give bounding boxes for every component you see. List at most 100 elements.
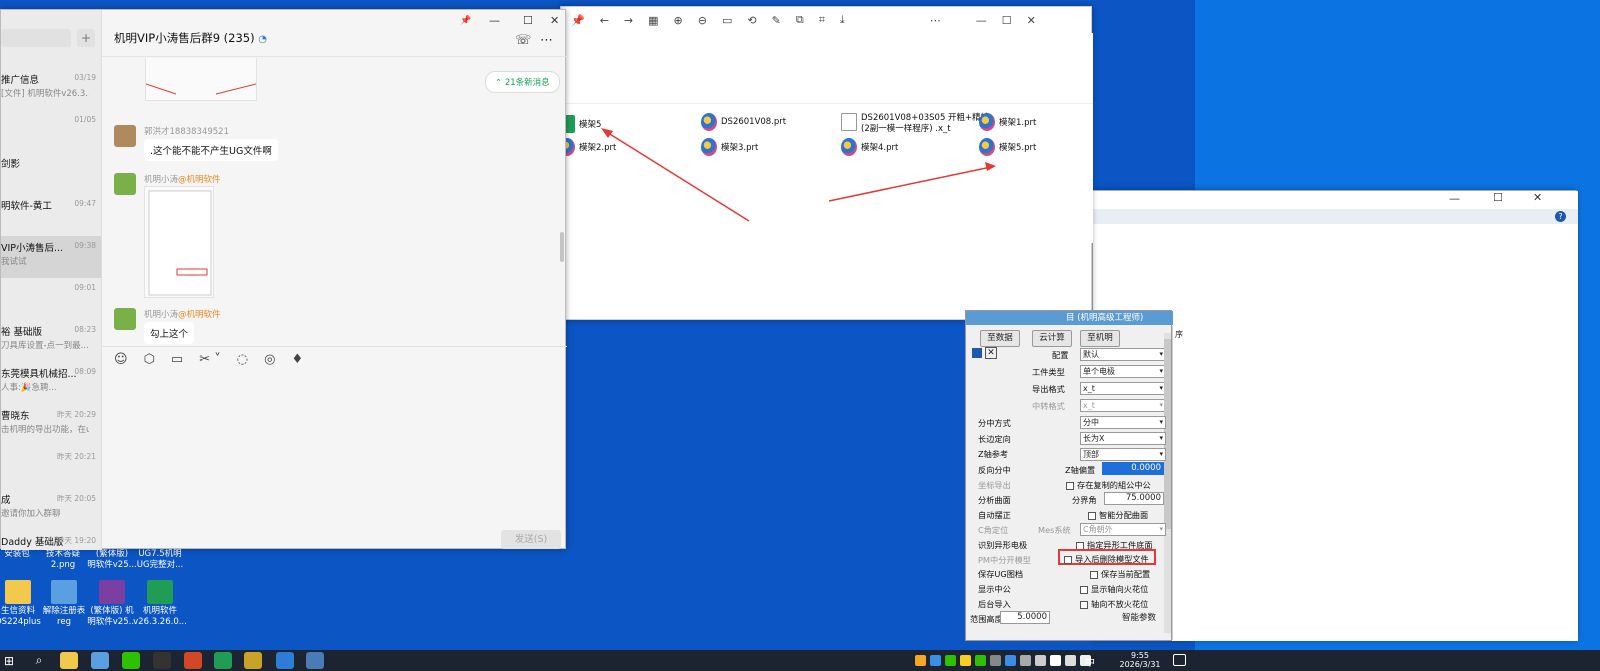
smart-assign-option[interactable]: 智能分配曲面 xyxy=(1088,509,1148,521)
chat-scrollbar[interactable] xyxy=(560,232,564,262)
save-icon[interactable] xyxy=(972,348,982,358)
ime-indicator[interactable]: 中 xyxy=(1085,654,1095,669)
contact-item[interactable]: 东莞模具机械招... 08:09 人事:🎉急聘... xyxy=(1,362,101,404)
more-icon[interactable]: ⋯ xyxy=(540,33,553,48)
forward-icon[interactable]: → xyxy=(624,14,633,27)
image-message[interactable] xyxy=(144,186,214,298)
save-icon[interactable]: ⤓ xyxy=(840,13,845,27)
chat-bubble-icon[interactable]: ◌ xyxy=(237,352,248,367)
image-viewer-icon[interactable] xyxy=(306,652,324,669)
tray-icon[interactable] xyxy=(1065,655,1076,666)
cloud-compute-button[interactable]: 云计算 xyxy=(1032,330,1072,347)
excel-icon[interactable] xyxy=(214,652,232,669)
show-spark-checkbox[interactable] xyxy=(1080,585,1088,594)
search-icon[interactable]: ⌕ xyxy=(30,652,48,669)
add-button[interactable]: + xyxy=(77,29,95,47)
contact-item[interactable]: 09:01 xyxy=(1,278,101,320)
maximize-icon[interactable]: ☐ xyxy=(523,14,533,27)
avatar[interactable] xyxy=(114,308,136,330)
close-icon[interactable]: ✕ xyxy=(1027,14,1036,27)
tray-icon[interactable] xyxy=(930,655,941,666)
close-icon[interactable]: ✕ xyxy=(1533,191,1542,204)
file-explorer-icon[interactable] xyxy=(60,652,78,669)
file-item[interactable]: 模架4.prt xyxy=(841,138,898,156)
tray-icon[interactable] xyxy=(945,655,956,666)
zoom-out-icon[interactable]: ⊖ xyxy=(698,14,707,27)
help-icon[interactable]: ? xyxy=(1555,211,1566,222)
edit-icon[interactable]: ✎ xyxy=(772,14,781,27)
send-button[interactable]: 发送(S) xyxy=(501,530,561,549)
config-select[interactable]: 默认 xyxy=(1080,348,1166,361)
mes-select[interactable]: C角朝外 xyxy=(1080,523,1166,536)
file-item[interactable]: 模架3.prt xyxy=(701,138,758,156)
tray-icon[interactable] xyxy=(960,655,971,666)
browser-icon[interactable] xyxy=(276,652,294,669)
tray-icon[interactable] xyxy=(1020,655,1031,666)
message-bubble[interactable]: .这个能不能不产生UG文件啊 xyxy=(144,139,278,161)
pin-icon[interactable]: 📌 xyxy=(460,16,471,26)
transfer-format-select[interactable]: x_t xyxy=(1080,399,1166,412)
contact-item[interactable]: 推广信息 03/19 [文件] 机明软件v26.3... xyxy=(1,68,101,110)
folder-icon[interactable]: ▭ xyxy=(171,352,183,367)
to-jiming-button[interactable]: 至机明 xyxy=(1080,330,1120,347)
pin-icon[interactable]: 📌 xyxy=(571,14,585,27)
file-item[interactable]: 模架2.prt xyxy=(559,138,616,156)
message-bubble[interactable]: 勾上这个 xyxy=(144,322,195,344)
message-input[interactable] xyxy=(102,375,567,525)
rotate-icon[interactable]: ⟲ xyxy=(747,14,756,27)
back-icon[interactable]: ← xyxy=(600,14,609,27)
keep-copy-checkbox[interactable] xyxy=(1066,481,1074,490)
contact-item[interactable]: 01/05 xyxy=(1,110,101,152)
tray-icon[interactable] xyxy=(975,655,986,666)
split-select[interactable]: 分中 xyxy=(1080,416,1166,429)
contact-item[interactable]: 剑影 xyxy=(1,152,101,194)
save-config-option[interactable]: 保存当前配置 xyxy=(1090,568,1150,580)
copy-icon[interactable]: ⧉ xyxy=(796,13,804,27)
windows-start-icon[interactable]: ⊞ xyxy=(0,652,18,669)
contact-item[interactable]: 成 昨天 20:05 邀请你加入群聊 xyxy=(1,488,101,530)
file-item[interactable]: 模架5.prt xyxy=(979,138,1036,156)
delete-model-checkbox[interactable] xyxy=(1064,555,1072,564)
tray-icon[interactable] xyxy=(915,655,926,666)
app-active-icon[interactable] xyxy=(244,652,262,669)
minimize-icon[interactable]: — xyxy=(489,14,500,27)
file-item[interactable]: DS2601V08.prt xyxy=(701,113,786,131)
new-messages-badge[interactable]: ⌃ 21条新消息 xyxy=(485,71,560,93)
app-icon[interactable] xyxy=(91,652,109,669)
workpiece-type-select[interactable]: 单个电极 xyxy=(1080,365,1166,378)
no-spark-option[interactable]: 轴向不放火花位 xyxy=(1080,598,1148,610)
smart-params-button[interactable]: 智能参数 xyxy=(1116,611,1162,628)
qq-icon[interactable] xyxy=(153,652,171,669)
microphone-icon[interactable]: ♦ xyxy=(291,352,303,367)
emoji-icon[interactable]: ☺ xyxy=(114,352,128,367)
minimize-icon[interactable]: — xyxy=(976,14,987,27)
close-icon[interactable]: ✕ xyxy=(550,14,559,27)
contact-item[interactable]: 明软件-黄工 09:47 xyxy=(1,194,101,236)
more-icon[interactable]: ⋯ xyxy=(930,14,941,27)
tray-icon[interactable] xyxy=(1050,655,1061,666)
image-message[interactable] xyxy=(145,58,257,101)
contact-item[interactable]: 曹晓东 昨天 20:29 击机明的导出功能，在u... xyxy=(1,404,101,446)
close-icon[interactable]: ✕ xyxy=(985,347,997,359)
height-input[interactable]: 5.0000 xyxy=(1000,611,1050,624)
contact-item[interactable]: 裕 基础版 08:23 刀具库设置-点一到最... xyxy=(1,320,101,362)
z-ref-select[interactable]: 顶部 xyxy=(1080,448,1166,461)
tray-icon[interactable] xyxy=(990,655,1001,666)
keep-copy-option[interactable]: 存在复制的組公中公 xyxy=(1066,479,1151,491)
avatar[interactable] xyxy=(114,173,136,195)
desktop-icon[interactable]: 机明软件 v26.3.26.0... xyxy=(130,580,190,628)
export-format-select[interactable]: x_t xyxy=(1080,382,1166,395)
maximize-icon[interactable]: ☐ xyxy=(1493,191,1503,204)
boundary-input[interactable]: 75.0000 xyxy=(1104,492,1164,505)
save-config-checkbox[interactable] xyxy=(1090,570,1098,579)
long-side-select[interactable]: 长为X xyxy=(1080,432,1166,445)
wechat-icon[interactable] xyxy=(122,652,140,669)
to-data-button[interactable]: 至数据 xyxy=(980,330,1020,347)
powerpoint-icon[interactable] xyxy=(184,652,202,669)
zoom-in-icon[interactable]: ⊕ xyxy=(674,14,683,27)
panel-scrollbar[interactable] xyxy=(1164,333,1171,633)
crop-icon[interactable]: ⌗ xyxy=(819,13,825,27)
avatar[interactable] xyxy=(114,125,136,147)
tray-icon[interactable] xyxy=(1005,655,1016,666)
delete-model-option[interactable]: 导入后删除模型文件 xyxy=(1064,553,1149,565)
